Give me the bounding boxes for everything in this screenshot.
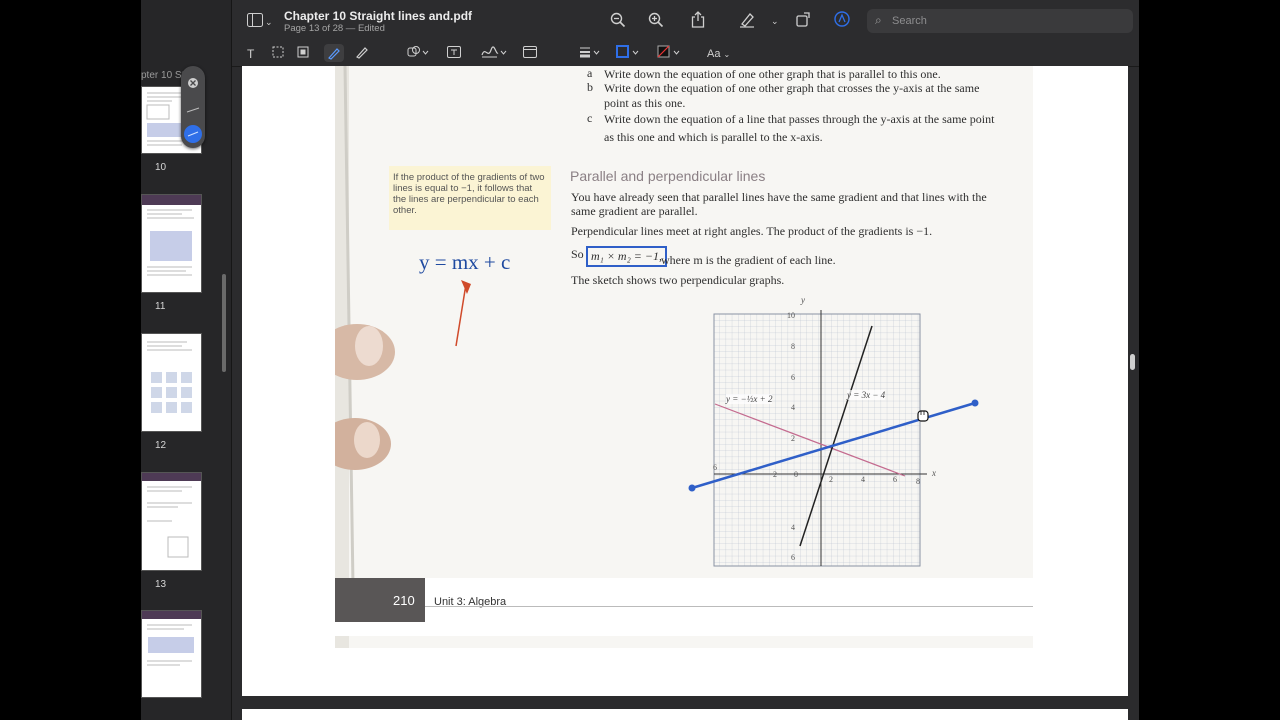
sidebar-scrollbar[interactable] [222,274,226,372]
line-label-1: y = −½x + 2 [726,394,773,404]
document-subtitle: Page 13 of 28 — Edited [284,23,385,34]
search-icon: ⌕ [875,13,882,27]
x-tick: 6 [893,475,897,484]
note-icon[interactable] [523,45,537,61]
zoom-out-icon[interactable] [610,12,626,31]
handwritten-equation[interactable]: y = mx + c [419,250,510,275]
page-thumbnail[interactable] [141,610,202,698]
text-box-icon[interactable] [447,45,461,61]
thumbnail-label: 12 [155,440,167,451]
signature-icon[interactable] [481,45,507,62]
draw-tool-icon[interactable] [355,45,369,62]
text-style-icon[interactable]: Aa ⌄ [707,46,730,63]
instant-alpha-icon[interactable] [297,45,309,61]
y-tick: 4 [791,403,795,412]
hand-cursor-icon [917,410,929,422]
y-axis-label: y [801,295,805,305]
page-thumbnail[interactable] [141,333,202,432]
x-tick: 6 [713,463,717,472]
chevron-down-icon[interactable]: ⌄ [771,13,779,29]
page-thumbnail[interactable] [141,472,202,571]
textbook-photo: a Write down the equation of one other g… [335,66,1033,648]
document-scrollbar[interactable] [1130,354,1135,370]
hand-photo [335,324,395,470]
x-tick: 0 [794,470,798,479]
zoom-in-icon[interactable] [648,12,664,31]
drawn-arrow-head [461,280,471,294]
page-number: 210 [393,593,415,608]
y-tick: 10 [787,311,795,320]
y-tick: 4 [791,523,795,532]
line-style-icon[interactable] [579,45,601,62]
page-thumbnail[interactable] [141,194,202,293]
document-title: Chapter 10 Straight lines and.pdf [284,9,473,23]
line-label-2: y = 3x − 4 [847,390,886,400]
highlighter-icon[interactable] [739,11,755,31]
y-tick: 8 [791,342,795,351]
search-input[interactable]: ⌕ Search [867,9,1133,33]
drawn-arrow[interactable] [455,283,467,347]
share-icon[interactable] [691,11,705,31]
shapes-icon[interactable] [407,45,429,62]
text-selection-icon[interactable]: T [247,46,254,62]
thumbnail-label: 11 [155,301,166,312]
fill-color-icon[interactable] [657,45,683,62]
y-tick: 2 [791,434,795,443]
annotation-handle[interactable] [971,399,979,407]
title-bar: ⌄ Chapter 10 Straight lines and.pdf Page… [141,0,1139,42]
x-tick: 2 [829,475,833,484]
perpendicular-graph [455,280,979,567]
border-color-icon[interactable] [616,45,642,62]
annotation-handle[interactable] [688,484,696,492]
markup-icon[interactable] [834,11,850,30]
pen-style-popover[interactable] [181,66,205,148]
y-tick: 6 [791,553,795,562]
x-axis-label: x [932,468,936,478]
x-tick: 8 [916,477,920,486]
rotate-icon[interactable] [796,11,812,30]
sidebar-icon[interactable] [247,13,263,30]
thumbnail-label: 13 [155,579,167,590]
x-tick: 4 [861,475,865,484]
x-tick: 2 [773,470,777,479]
y-tick: 6 [791,373,795,382]
footer-divider [425,606,1033,607]
chevron-down-icon[interactable]: ⌄ [265,14,273,30]
rect-selection-icon[interactable] [272,45,284,61]
thumbnail-label: 10 [155,162,167,173]
graph-grid [713,313,921,567]
sketch-tool-icon[interactable] [324,44,344,62]
markup-toolbar: T Aa ⌄ [231,42,1139,67]
next-page [242,709,1128,720]
